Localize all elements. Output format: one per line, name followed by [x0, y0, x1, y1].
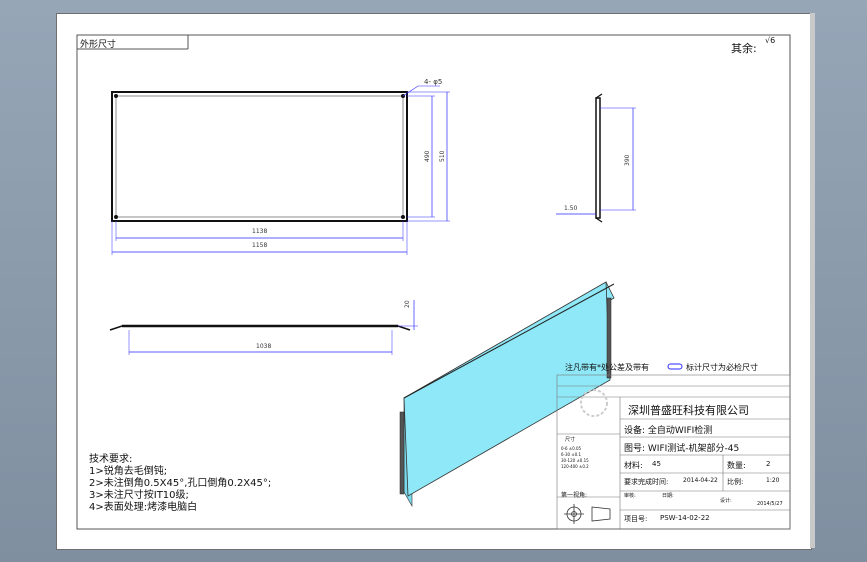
side-dim-height: 390	[624, 154, 631, 166]
front-hole	[401, 215, 405, 219]
iso-flange	[399, 411, 405, 495]
frame-label: 外形尺寸	[80, 40, 117, 50]
tolerance-row: 0-6 ±0.05	[561, 446, 582, 451]
scale-value: 1:20	[766, 477, 780, 484]
note-text-2: 标计尺寸为必检尺寸	[686, 363, 758, 372]
note-symbol	[667, 363, 683, 370]
dim-height-inner: 490	[424, 150, 431, 162]
side-view-body	[595, 97, 601, 219]
projection-angle-label: 第一视角:	[561, 492, 588, 499]
review-label: 审核:	[624, 493, 636, 499]
dim-width-inner: 1138	[252, 228, 268, 235]
dim-width-outer: 1158	[252, 242, 268, 249]
front-hole	[114, 94, 118, 98]
designer-label: 设计:	[720, 498, 732, 504]
tolerance-row: 30-120 ±0.15	[561, 458, 589, 463]
isometric-view	[399, 281, 615, 508]
date-label: 日期:	[662, 493, 674, 499]
roughness-symbol: √6	[765, 36, 776, 45]
front-view-inner	[115, 95, 404, 218]
first-angle-projection-icon	[564, 504, 611, 524]
required-date-value: 2014-04-22	[683, 477, 718, 484]
qty-label: 数量:	[727, 461, 746, 470]
front-view-outer	[111, 91, 408, 222]
project-value: PSW-14-02-22	[660, 514, 710, 522]
material-label: 材料:	[624, 461, 643, 470]
note-text: 注凡带有*处公差及带有	[565, 363, 649, 372]
designer-date: 2014/5/27	[757, 501, 783, 507]
hole-leader	[402, 85, 440, 97]
gear-watermark-icon	[580, 389, 608, 417]
company-name: 深圳普盛旺科技有限公司	[628, 404, 749, 417]
tolerance-header: 尺寸	[565, 437, 576, 443]
bottom-dim-length: 1038	[256, 343, 272, 350]
tolerance-row: 6-30 ±0.1	[561, 452, 582, 457]
required-date-label: 要求完成时间:	[624, 478, 669, 486]
side-dim-thickness: 1.50	[564, 205, 578, 212]
project-label: 项目号:	[624, 515, 648, 523]
scale-label: 比例:	[727, 478, 744, 486]
material-value: 45	[652, 460, 661, 468]
device-name: 设备: 全自动WIFI检测	[624, 426, 713, 436]
tech-requirement-item: 4>表面处理:烤漆电脑白	[89, 502, 198, 513]
tolerance-row: 120-400 ±0.2	[561, 464, 589, 469]
remaining-roughness-label: 其余:	[731, 42, 757, 55]
front-view	[111, 85, 450, 255]
bottom-dim-height: 20	[404, 300, 411, 308]
dim-height-outer: 510	[439, 150, 446, 162]
front-hole	[114, 215, 118, 219]
drawing-number: 图号: WIFI测试-机架部分-45	[624, 444, 740, 454]
qty-value: 2	[766, 460, 771, 468]
dim-hole: 4- φ5	[424, 78, 443, 86]
